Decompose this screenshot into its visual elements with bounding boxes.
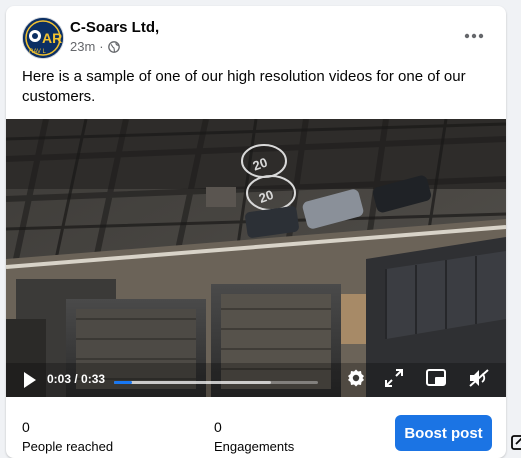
people-reached-value: 0: [22, 419, 30, 435]
video-frame: 20 20: [6, 119, 506, 397]
svg-text:RAV L: RAV L: [29, 49, 47, 55]
page-name[interactable]: C-Soars Ltd,: [70, 19, 159, 36]
boost-post-button[interactable]: Boost post: [395, 415, 492, 451]
progress-played: [114, 381, 133, 384]
edit-icon[interactable]: [511, 434, 521, 450]
engagements-value: 0: [214, 419, 222, 435]
post-header: AR RAV L C-Soars Ltd, 23m ·: [6, 6, 506, 66]
video-time: 0:03 / 0:33: [47, 372, 106, 386]
settings-button[interactable]: [346, 368, 366, 388]
play-button[interactable]: [20, 369, 40, 391]
progress-buffered: [114, 381, 272, 384]
post-time[interactable]: 23m: [70, 39, 95, 54]
video-player[interactable]: 20 20 0:03 / 0:33: [6, 119, 506, 397]
picture-in-picture-icon: [426, 369, 446, 386]
settings-icon: [348, 369, 364, 387]
post-caption: Here is a sample of one of our high reso…: [22, 68, 466, 105]
post-card: AR RAV L C-Soars Ltd, 23m · Here is a sa…: [6, 6, 506, 458]
mute-button[interactable]: [468, 368, 490, 388]
play-icon: [24, 372, 36, 388]
logo-icon: AR RAV L: [23, 18, 63, 58]
fullscreen-icon: [385, 369, 403, 387]
more-options-button[interactable]: [456, 24, 492, 48]
mute-icon: [469, 369, 489, 387]
fullscreen-button[interactable]: [384, 368, 404, 388]
engagements-label[interactable]: Engagements: [214, 439, 294, 454]
meta-separator: ·: [99, 39, 104, 54]
svg-text:AR: AR: [42, 30, 62, 46]
progress-bar[interactable]: [114, 381, 318, 384]
more-horizontal-icon: [464, 33, 484, 39]
avatar[interactable]: AR RAV L: [22, 17, 64, 59]
people-reached-label[interactable]: People reached: [22, 439, 113, 454]
picture-in-picture-button[interactable]: [425, 368, 447, 388]
post-meta: 23m ·: [70, 39, 120, 54]
globe-icon[interactable]: [107, 40, 120, 53]
